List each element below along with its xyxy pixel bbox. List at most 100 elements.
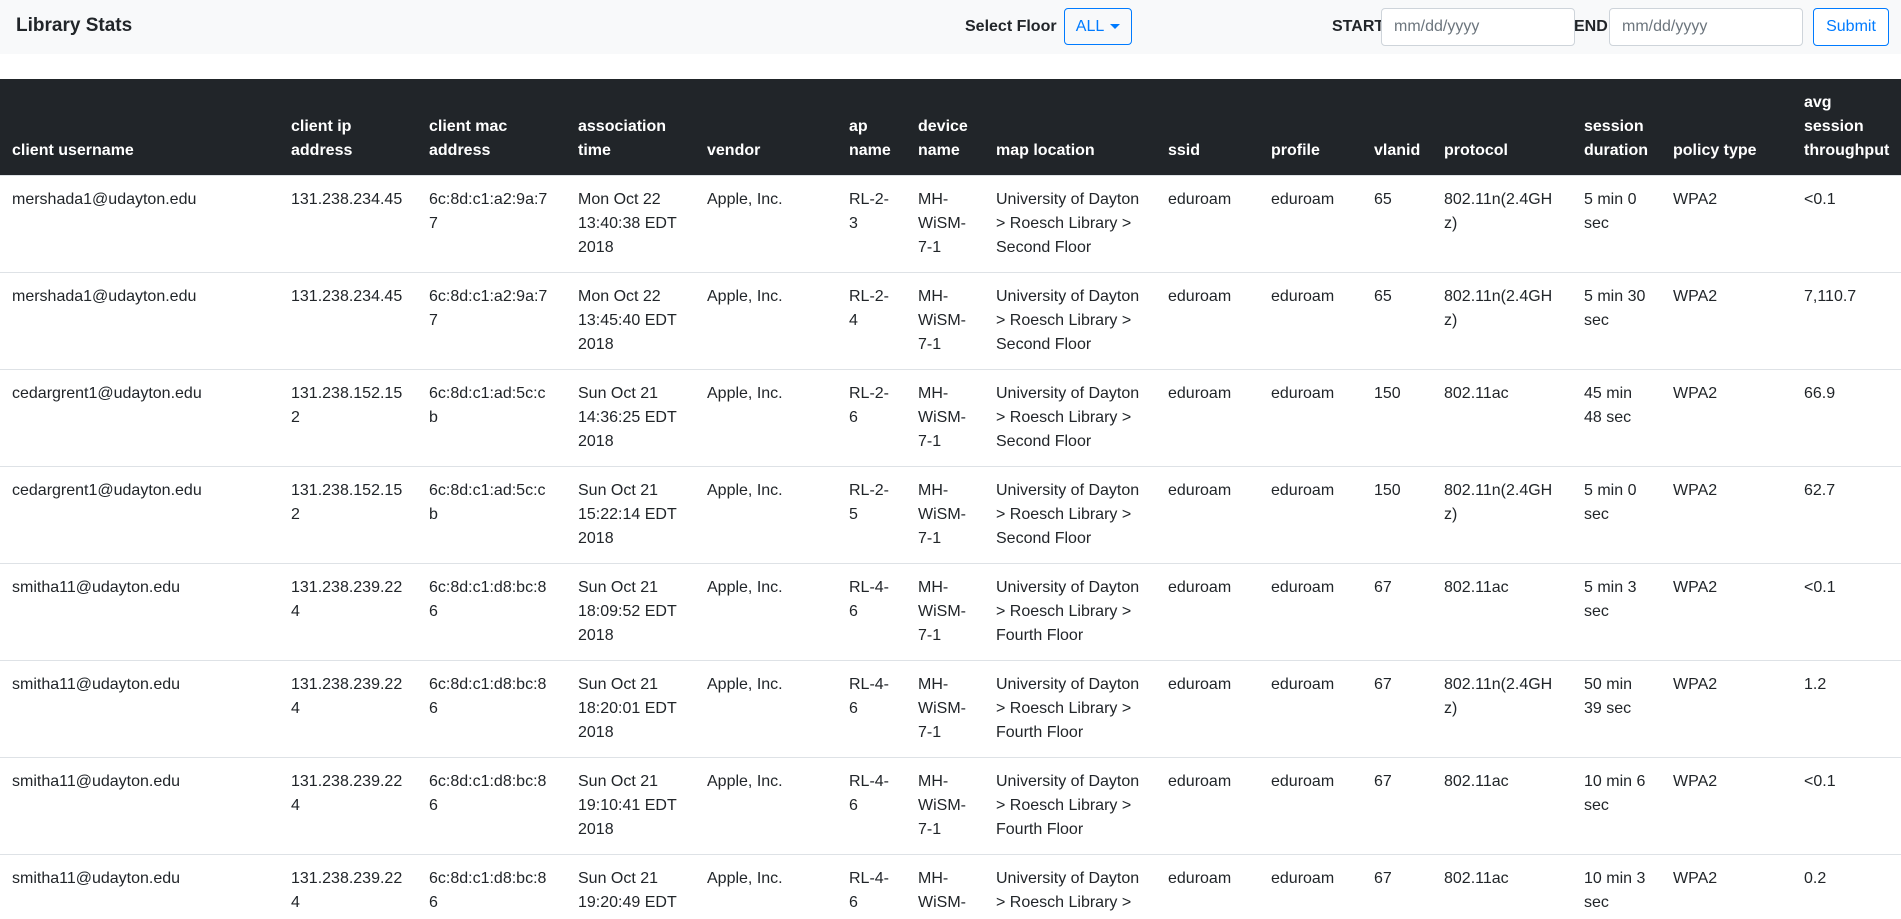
table-cell: <0.1 xyxy=(1792,757,1901,855)
table-cell: eduroam xyxy=(1259,175,1362,273)
table-cell: University of Dayton > Roesch Library > … xyxy=(984,660,1156,758)
table-cell: eduroam xyxy=(1156,563,1259,661)
table-cell: 5 min 30 sec xyxy=(1572,272,1661,370)
table-cell: smitha11@udayton.edu xyxy=(0,660,279,758)
table-cell: 131.238.234.45 xyxy=(279,272,417,370)
table-cell: 6c:8d:c1:ad:5c:cb xyxy=(417,466,566,564)
column-header: vendor xyxy=(695,79,837,176)
table-cell: eduroam xyxy=(1259,369,1362,467)
table-header: client username client ip address client m… xyxy=(0,79,1901,176)
table-cell: 802.11n(2.4GHz) xyxy=(1432,175,1572,273)
submit-button[interactable]: Submit xyxy=(1813,8,1889,46)
table-cell: 10 min 6 sec xyxy=(1572,757,1661,855)
table-cell: Sun Oct 21 14:36:25 EDT 2018 xyxy=(566,369,695,467)
table-cell: Apple, Inc. xyxy=(695,757,837,855)
table-cell: 67 xyxy=(1362,854,1432,919)
table-cell: RL-4-6 xyxy=(837,660,906,758)
table-cell: WPA2 xyxy=(1661,757,1792,855)
table-cell: MH-WiSM-7-1 xyxy=(906,175,984,273)
table-cell: 67 xyxy=(1362,757,1432,855)
table-cell: 62.7 xyxy=(1792,466,1901,564)
sessions-table: client username client ip address client m… xyxy=(0,79,1901,919)
table-cell: 5 min 3 sec xyxy=(1572,563,1661,661)
table-cell: Apple, Inc. xyxy=(695,272,837,370)
table-row: mershada1@udayton.edu 131.238.234.45 6c:8d… xyxy=(0,272,1901,370)
table-cell: <0.1 xyxy=(1792,175,1901,273)
table-row: smitha11@udayton.edu 131.238.239.224 6c:8d… xyxy=(0,563,1901,661)
table-cell: University of Dayton > Roesch Library > … xyxy=(984,854,1156,919)
table-cell: RL-2-4 xyxy=(837,272,906,370)
column-header: policy type xyxy=(1661,79,1792,176)
table-cell: Apple, Inc. xyxy=(695,369,837,467)
table-cell: cedargrent1@udayton.edu xyxy=(0,466,279,564)
table-cell: 6c:8d:c1:d8:bc:86 xyxy=(417,757,566,855)
table-cell: MH-WiSM-7-1 xyxy=(906,660,984,758)
header-row: client username client ip address client m… xyxy=(0,79,1901,176)
table-cell: WPA2 xyxy=(1661,369,1792,467)
table-cell: Apple, Inc. xyxy=(695,563,837,661)
table-cell: WPA2 xyxy=(1661,854,1792,919)
floor-select-label: Select Floor xyxy=(965,18,1057,35)
table-cell: mershada1@udayton.edu xyxy=(0,272,279,370)
column-header: ssid xyxy=(1156,79,1259,176)
table-row: smitha11@udayton.edu 131.238.239.224 6c:8d… xyxy=(0,757,1901,855)
table-cell: 0.2 xyxy=(1792,854,1901,919)
table-cell: 65 xyxy=(1362,272,1432,370)
column-header: association time xyxy=(566,79,695,176)
page-title: Library Stats xyxy=(16,15,133,36)
table-cell: Apple, Inc. xyxy=(695,854,837,919)
table-cell: MH-WiSM-7-1 xyxy=(906,563,984,661)
table-cell: University of Dayton > Roesch Library > … xyxy=(984,272,1156,370)
table-cell: 66.9 xyxy=(1792,369,1901,467)
table-cell: 131.238.152.152 xyxy=(279,369,417,467)
table-cell: eduroam xyxy=(1156,466,1259,564)
table-cell: 131.238.152.152 xyxy=(279,466,417,564)
table-cell: 10 min 3 sec xyxy=(1572,854,1661,919)
table-cell: 131.238.234.45 xyxy=(279,175,417,273)
table-cell: University of Dayton > Roesch Library > … xyxy=(984,757,1156,855)
floor-dropdown-button[interactable]: ALL xyxy=(1064,8,1132,45)
table-cell: Sun Oct 21 15:22:14 EDT 2018 xyxy=(566,466,695,564)
table-row: mershada1@udayton.edu 131.238.234.45 6c:8d… xyxy=(0,175,1901,273)
table-row: cedargrent1@udayton.edu 131.238.152.152 6c… xyxy=(0,466,1901,564)
table-cell: 67 xyxy=(1362,563,1432,661)
table-cell: 802.11n(2.4GHz) xyxy=(1432,272,1572,370)
table-cell: 5 min 0 sec xyxy=(1572,175,1661,273)
start-date-label: START xyxy=(1332,18,1385,35)
table-cell: RL-4-6 xyxy=(837,563,906,661)
table-cell: WPA2 xyxy=(1661,563,1792,661)
table-cell: eduroam xyxy=(1259,660,1362,758)
column-header: avg session throughput xyxy=(1792,79,1901,176)
table-cell: eduroam xyxy=(1156,369,1259,467)
table-cell: RL-4-6 xyxy=(837,854,906,919)
table-cell: 131.238.239.224 xyxy=(279,854,417,919)
table-cell: Apple, Inc. xyxy=(695,175,837,273)
table-cell: MH-WiSM-7-1 xyxy=(906,466,984,564)
table-cell: 802.11ac xyxy=(1432,369,1572,467)
table-cell: Sun Oct 21 19:20:49 EDT 2018 xyxy=(566,854,695,919)
column-header: client username xyxy=(0,79,279,176)
start-date-input[interactable] xyxy=(1381,8,1575,46)
column-header: client ip address xyxy=(279,79,417,176)
table-cell: 6c:8d:c1:d8:bc:86 xyxy=(417,660,566,758)
table-cell: Mon Oct 22 13:45:40 EDT 2018 xyxy=(566,272,695,370)
table-cell: smitha11@udayton.edu xyxy=(0,757,279,855)
table-cell: WPA2 xyxy=(1661,466,1792,564)
table-cell: 150 xyxy=(1362,369,1432,467)
table-cell: 131.238.239.224 xyxy=(279,660,417,758)
table-cell: eduroam xyxy=(1259,854,1362,919)
column-header: vlanid xyxy=(1362,79,1432,176)
table-row: smitha11@udayton.edu 131.238.239.224 6c:8d… xyxy=(0,660,1901,758)
table-cell: eduroam xyxy=(1259,466,1362,564)
table-body: mershada1@udayton.edu 131.238.234.45 6c:8d… xyxy=(0,175,1901,919)
table-cell: University of Dayton > Roesch Library > … xyxy=(984,175,1156,273)
table-cell: 802.11n(2.4GHz) xyxy=(1432,466,1572,564)
table-cell: 6c:8d:c1:ad:5c:cb xyxy=(417,369,566,467)
table-cell: 65 xyxy=(1362,175,1432,273)
table-cell: 7,110.7 xyxy=(1792,272,1901,370)
end-date-input[interactable] xyxy=(1609,8,1803,46)
table-cell: RL-4-6 xyxy=(837,757,906,855)
table-cell: WPA2 xyxy=(1661,272,1792,370)
table-cell: Apple, Inc. xyxy=(695,466,837,564)
table-cell: WPA2 xyxy=(1661,175,1792,273)
